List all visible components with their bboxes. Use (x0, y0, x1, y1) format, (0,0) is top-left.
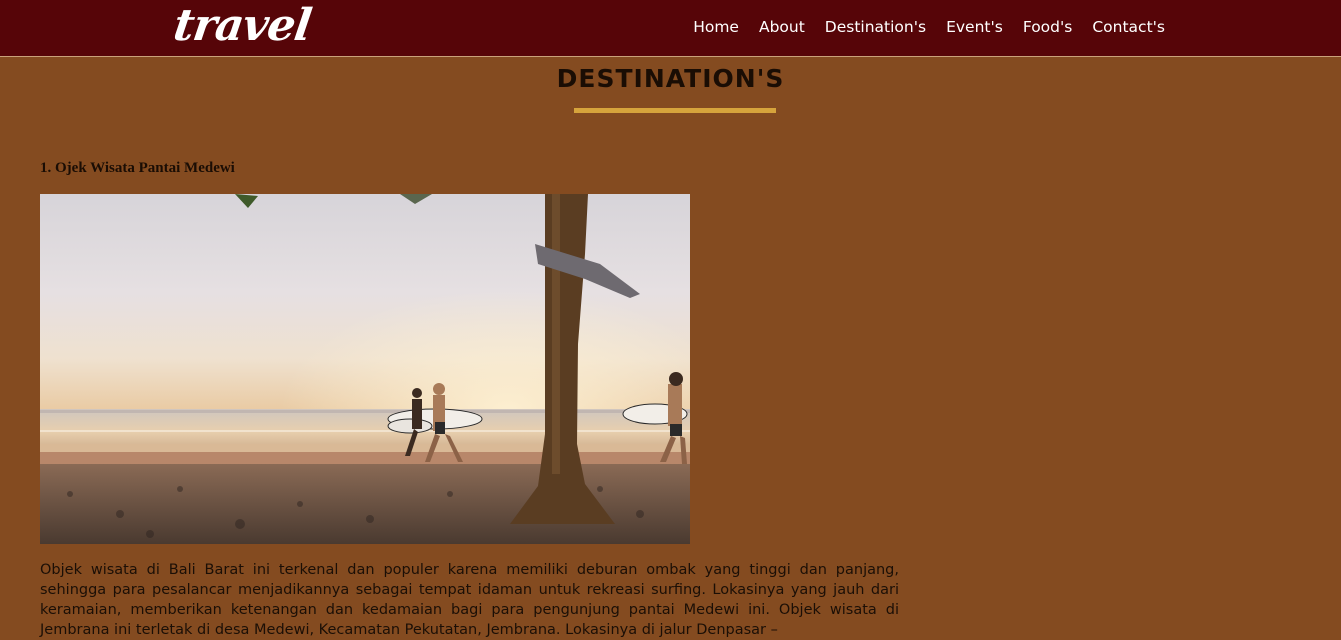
beach-surfers-photo (40, 194, 690, 544)
main-nav: Home About Destination's Event's Food's … (693, 17, 1165, 37)
nav-home-link[interactable]: Home (693, 17, 739, 37)
page-title: DESTINATION'S (556, 64, 785, 93)
nav-contacts-link[interactable]: Contact's (1092, 17, 1165, 37)
destination-heading: 1. Ojek Wisata Pantai Medewi (40, 160, 235, 176)
title-underline (574, 108, 776, 113)
nav-destinations-link[interactable]: Destination's (825, 17, 926, 37)
top-navbar: travel Home About Destination's Event's … (0, 0, 1341, 57)
site-logo[interactable]: travel (170, 0, 313, 52)
nav-foods-link[interactable]: Food's (1023, 17, 1073, 37)
nav-events-link[interactable]: Event's (946, 17, 1003, 37)
nav-about-link[interactable]: About (759, 17, 805, 37)
destination-description: Objek wisata di Bali Barat ini terkenal … (40, 562, 899, 638)
